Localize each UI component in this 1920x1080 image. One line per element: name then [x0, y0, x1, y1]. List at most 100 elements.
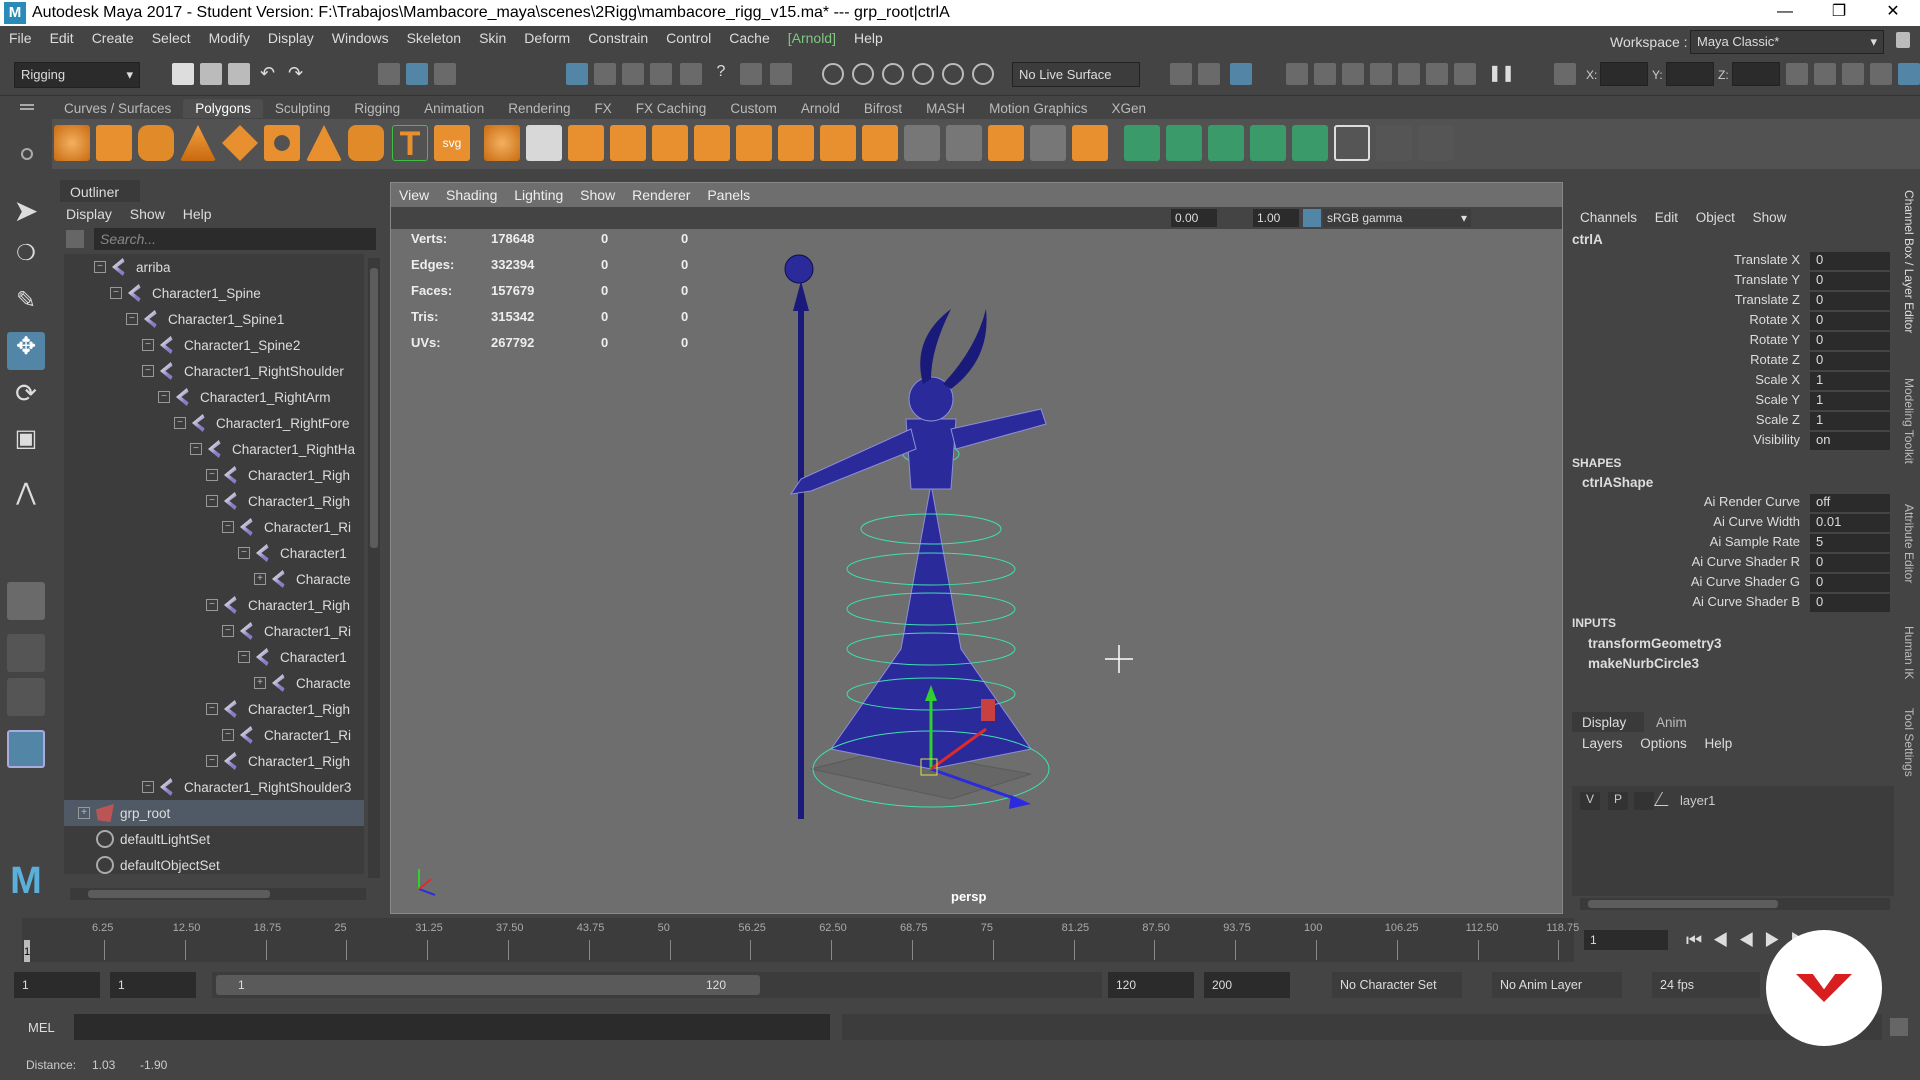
channel-row[interactable]: Scale X1: [1570, 372, 1890, 392]
last-tool-icon[interactable]: ⋀: [7, 478, 45, 516]
outliner-row[interactable]: − Character1_RightFore: [64, 410, 364, 436]
range-slider[interactable]: 1 120: [212, 972, 1102, 998]
expand-toggle-icon[interactable]: −: [110, 287, 122, 299]
snap-view-icon[interactable]: [650, 63, 672, 85]
menu-display[interactable]: Display: [259, 30, 323, 46]
new-scene-icon[interactable]: [172, 63, 194, 85]
shape-channel-row[interactable]: Ai Curve Width 0.01: [1570, 514, 1890, 534]
snap-grid-icon[interactable]: [566, 63, 588, 85]
pause-icon[interactable]: ❚❚: [1488, 63, 1515, 85]
outliner-row[interactable]: +defaultLightSet: [64, 826, 364, 852]
minimize-button[interactable]: —: [1762, 0, 1808, 26]
outliner-row[interactable]: − Character1: [64, 644, 364, 670]
close-button[interactable]: ✕: [1870, 0, 1916, 26]
channel-label[interactable]: Scale Z: [1570, 412, 1810, 432]
channel-label[interactable]: Ai Curve Shader G: [1570, 574, 1810, 594]
hypershade-icon[interactable]: [1314, 63, 1336, 85]
workspace-dropdown[interactable]: Maya Classic* ▾: [1690, 30, 1884, 54]
menu-cache[interactable]: Cache: [720, 30, 778, 46]
viewport-menu[interactable]: View Shading Lighting Show Renderer Pane…: [399, 187, 750, 203]
shelf-tab-rigging[interactable]: Rigging: [342, 99, 412, 118]
sculpt-deformer-icon[interactable]: [1418, 125, 1454, 161]
fill-hole-icon[interactable]: [820, 125, 856, 161]
expand-toggle-icon[interactable]: −: [142, 781, 154, 793]
single-perspective-icon[interactable]: [7, 582, 45, 620]
outliner-row[interactable]: + Characte: [64, 670, 364, 696]
shelf-tab-bifrost[interactable]: Bifrost: [852, 99, 914, 118]
time-slider[interactable]: 1 1 ⏮◀◀▶▶⏭ 6.25 12.50 18.75 25 31.25 37.50 43.…: [0, 918, 1920, 964]
expand-toggle-icon[interactable]: −: [206, 755, 218, 767]
menu-deform[interactable]: Deform: [515, 30, 579, 46]
shelf-tab-motion-graphics[interactable]: Motion Graphics: [977, 99, 1099, 118]
poly-type-icon[interactable]: T: [392, 125, 428, 162]
channel-value[interactable]: 0: [1810, 252, 1890, 270]
outliner-row[interactable]: − Character1_Righ: [64, 462, 364, 488]
select-component-icon[interactable]: [434, 63, 456, 85]
snap-point-icon[interactable]: [622, 63, 644, 85]
redo-icon[interactable]: ↷: [288, 63, 310, 85]
open-scene-icon[interactable]: [200, 63, 222, 85]
channel-value[interactable]: 0: [1810, 352, 1890, 370]
planar-map-icon[interactable]: [1072, 125, 1108, 161]
menu-file[interactable]: File: [0, 30, 41, 46]
render-icon[interactable]: [1198, 63, 1220, 85]
gamma-field[interactable]: 1.00: [1253, 209, 1299, 227]
skin-bind-icon[interactable]: [1124, 125, 1160, 161]
menu-windows[interactable]: Windows: [323, 30, 398, 46]
outliner-row[interactable]: − Character1_RightShoulder3: [64, 774, 364, 800]
outliner-scrollbar[interactable]: [368, 258, 380, 878]
uv-editor-icon[interactable]: [1030, 125, 1066, 161]
outliner-layout-icon[interactable]: [7, 730, 45, 768]
shape-channel-row[interactable]: Ai Sample Rate 5: [1570, 534, 1890, 554]
channel-label[interactable]: Rotate Z: [1570, 352, 1810, 372]
channel-value[interactable]: 1: [1810, 392, 1890, 410]
channel-label[interactable]: Scale X: [1570, 372, 1810, 392]
outliner-row[interactable]: − Character1_RightShoulder: [64, 358, 364, 384]
end-time-field[interactable]: 120: [1108, 972, 1194, 998]
current-frame-field[interactable]: 1: [1584, 930, 1668, 950]
outliner-row[interactable]: − Character1: [64, 540, 364, 566]
blend-shape-icon[interactable]: [1208, 125, 1244, 161]
shelf-tab-mash[interactable]: MASH: [914, 99, 977, 118]
channel-label[interactable]: Visibility: [1570, 432, 1810, 452]
shelf-tab-rendering[interactable]: Rendering: [496, 99, 582, 118]
outliner-row[interactable]: + grp_root: [64, 800, 364, 826]
snap-curve-icon[interactable]: [594, 63, 616, 85]
viewport-panel[interactable]: View Shading Lighting Show Renderer Pane…: [390, 182, 1563, 914]
merge-icon[interactable]: [862, 125, 898, 161]
visibility-toggle[interactable]: V: [1580, 792, 1600, 810]
expand-toggle-icon[interactable]: −: [238, 547, 250, 559]
multi-cut-icon[interactable]: [946, 125, 982, 161]
outliner-menu[interactable]: Display Show Help: [66, 206, 212, 222]
channel-box-icon[interactable]: [1898, 63, 1920, 85]
ipr-render-icon[interactable]: [1342, 63, 1364, 85]
channel-value[interactable]: off: [1810, 494, 1890, 512]
anim-end-field[interactable]: 200: [1204, 972, 1290, 998]
outliner-row[interactable]: − Character1_Righ: [64, 488, 364, 514]
channel-value[interactable]: 0: [1810, 292, 1890, 310]
select-hierarchy-icon[interactable]: [378, 63, 400, 85]
lock-icon[interactable]: [740, 63, 762, 85]
channel-value[interactable]: 0: [1810, 272, 1890, 290]
menu-skin[interactable]: Skin: [470, 30, 515, 46]
layer-color-icon[interactable]: [1653, 792, 1677, 806]
menu-create[interactable]: Create: [83, 30, 143, 46]
channel-value[interactable]: 0: [1810, 574, 1890, 592]
character-set-dropdown[interactable]: No Character Set: [1332, 972, 1462, 998]
expand-toggle-icon[interactable]: −: [190, 443, 202, 455]
expand-toggle-icon[interactable]: −: [206, 469, 218, 481]
channel-value[interactable]: on: [1810, 432, 1890, 450]
channel-row[interactable]: Rotate X0: [1570, 312, 1890, 332]
shelf-tab-fx[interactable]: FX: [583, 99, 624, 118]
menu-select[interactable]: Select: [143, 30, 200, 46]
shelf-tab-polygons[interactable]: Polygons: [183, 98, 263, 118]
channel-value[interactable]: 0: [1810, 312, 1890, 330]
bevel-icon[interactable]: [694, 125, 730, 161]
tab-anim[interactable]: Anim: [1656, 715, 1687, 730]
mirror-icon[interactable]: [568, 125, 604, 161]
expand-toggle-icon[interactable]: −: [206, 599, 218, 611]
expand-toggle-icon[interactable]: −: [94, 261, 106, 273]
outliner-hscrollbar[interactable]: [70, 888, 366, 900]
live-surface-field[interactable]: No Live Surface: [1012, 62, 1140, 87]
menu-edit[interactable]: Edit: [41, 30, 83, 46]
